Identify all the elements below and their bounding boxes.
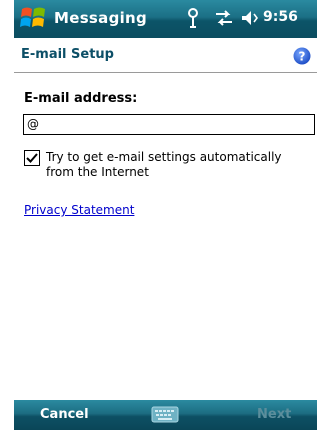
next-softkey[interactable]: Next	[257, 407, 291, 422]
title-bar: Messaging 9:56	[14, 0, 317, 38]
page-header: E-mail Setup ?	[14, 38, 317, 73]
svg-text:?: ?	[299, 50, 306, 64]
keyboard-icon[interactable]	[151, 406, 179, 423]
checkmark-icon	[26, 153, 38, 163]
app-title: Messaging	[54, 9, 148, 27]
softkey-bar: Cancel Next	[14, 400, 317, 430]
page-title: E-mail Setup	[21, 47, 114, 62]
clock[interactable]: 9:56	[263, 9, 298, 25]
privacy-statement-link[interactable]: Privacy Statement	[24, 203, 134, 217]
auto-settings-label[interactable]: Try to get e-mail settings automatically…	[46, 150, 306, 180]
volume-icon[interactable]	[240, 8, 258, 28]
email-address-input[interactable]	[23, 114, 315, 135]
auto-settings-checkbox[interactable]	[24, 150, 40, 166]
connectivity-arrows-icon[interactable]	[214, 8, 234, 28]
device-screen: Messaging 9:56 E-mail Setup ? E-mail add…	[14, 0, 317, 430]
help-icon[interactable]: ?	[293, 47, 311, 65]
signal-antenna-icon[interactable]	[186, 8, 200, 28]
cancel-softkey[interactable]: Cancel	[40, 407, 89, 422]
email-address-label: E-mail address:	[24, 91, 138, 106]
start-menu-icon[interactable]	[20, 5, 48, 31]
